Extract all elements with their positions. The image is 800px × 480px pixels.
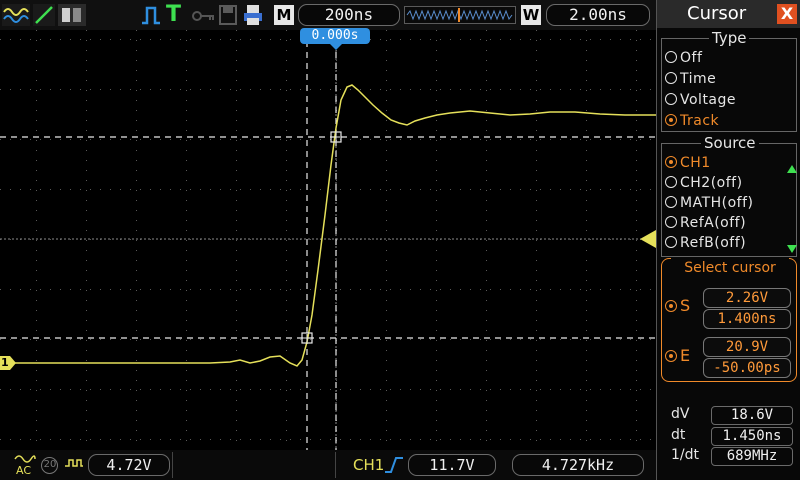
- select-cursor-label: Select cursor: [671, 258, 789, 278]
- type-option-off[interactable]: Off: [665, 50, 702, 66]
- dv-value: 18.6V: [711, 406, 793, 425]
- timebase-readout[interactable]: 200ns: [298, 4, 400, 26]
- source-option-ch2-label: CH2(off): [680, 175, 743, 191]
- ch1-trace: [0, 84, 656, 367]
- print-icon[interactable]: [243, 4, 263, 26]
- radio-math-icon: [665, 196, 677, 208]
- select-cursor-s[interactable]: S: [665, 296, 691, 315]
- inv-dt-label: 1/dt: [671, 447, 699, 463]
- radio-ch1-icon: [665, 156, 677, 168]
- select-cursor-e-label: E: [680, 346, 691, 365]
- type-option-voltage[interactable]: Voltage: [665, 92, 736, 108]
- graticule: [0, 30, 656, 450]
- dv-label: dV: [671, 406, 690, 422]
- e-voltage-value[interactable]: 20.9V: [703, 337, 791, 357]
- s-time-value[interactable]: 1.400ns: [703, 309, 791, 329]
- type-option-time[interactable]: Time: [665, 71, 716, 87]
- top-status-bar: T M 200ns W 2.00ns: [0, 0, 656, 30]
- s-voltage-value[interactable]: 2.26V: [703, 288, 791, 308]
- radio-refa-icon: [665, 216, 677, 228]
- scroll-down-icon[interactable]: [787, 245, 797, 253]
- radio-off-icon: [665, 51, 677, 63]
- coupling-label: AC: [16, 464, 32, 477]
- source-option-refa-label: RefA(off): [680, 215, 747, 231]
- dt-label: dt: [671, 427, 686, 443]
- ac-coupling-icon: [14, 455, 36, 463]
- type-option-off-label: Off: [680, 50, 703, 66]
- invert-icon: [65, 459, 83, 467]
- source-option-refb[interactable]: RefB(off): [665, 235, 746, 251]
- persistence-icon[interactable]: [58, 4, 86, 26]
- run-status-t: T: [166, 2, 182, 27]
- scroll-up-icon[interactable]: [787, 165, 797, 173]
- cursor-menu-panel: Cursor X Type Off Time Voltage Track Sou…: [656, 0, 800, 480]
- source-option-refa[interactable]: RefA(off): [665, 215, 746, 231]
- ch1-scale-readout[interactable]: 4.72V: [88, 454, 170, 476]
- radio-s-icon: [665, 300, 677, 312]
- ch1-marker-label: 1: [1, 356, 9, 369]
- type-option-track[interactable]: Track: [665, 113, 719, 129]
- radio-e-icon: [665, 350, 677, 362]
- bottom-status-bar: AC 20 4.72V CH1 11.7V 4.727kHz: [0, 450, 656, 480]
- key-icon: [192, 11, 214, 21]
- trigger-position-arrow-icon: [329, 43, 343, 50]
- radio-ch2-icon: [665, 176, 677, 188]
- type-option-track-label: Track: [680, 113, 720, 129]
- source-option-ch1[interactable]: CH1: [665, 155, 711, 171]
- trigger-pulse-icon: [142, 6, 160, 25]
- radio-time-icon: [665, 72, 677, 84]
- source-option-refb-label: RefB(off): [680, 235, 747, 251]
- window-timebase-indicator: W: [521, 5, 541, 25]
- panel-title: Cursor: [687, 3, 747, 24]
- frequency-readout: 4.727kHz: [512, 454, 644, 476]
- select-cursor-s-label: S: [680, 296, 691, 315]
- main-timebase-indicator: M: [274, 5, 294, 25]
- waveform-icon: [2, 4, 30, 26]
- dt-value: 1.450ns: [711, 427, 793, 446]
- radio-voltage-icon: [665, 93, 677, 105]
- source-section-label: Source: [701, 134, 759, 152]
- source-option-math[interactable]: MATH(off): [665, 195, 754, 211]
- radio-refb-icon: [665, 236, 677, 248]
- source-option-math-label: MATH(off): [680, 195, 754, 211]
- divider-left: [172, 452, 173, 478]
- e-time-value[interactable]: -50.00ps: [703, 358, 791, 378]
- trigger-level-readout[interactable]: 11.7V: [408, 454, 496, 476]
- divider-mid: [335, 452, 336, 478]
- waveform-display[interactable]: 0.000s 1: [0, 28, 656, 450]
- rising-edge-icon: [385, 457, 403, 473]
- memory-depth-bar: [404, 6, 516, 24]
- save-disk-icon[interactable]: [219, 5, 237, 25]
- type-section-label: Type: [709, 29, 750, 47]
- bw-limit-label: 20: [43, 459, 57, 470]
- radio-track-icon: [665, 114, 677, 126]
- type-option-time-label: Time: [680, 71, 717, 87]
- type-option-voltage-label: Voltage: [680, 92, 737, 108]
- trigger-source-label: CH1: [353, 456, 385, 474]
- select-cursor-e[interactable]: E: [665, 346, 691, 365]
- vector-mode-icon[interactable]: [33, 4, 55, 26]
- window-timebase-readout[interactable]: 2.00ns: [546, 4, 650, 26]
- source-option-ch1-label: CH1: [680, 155, 711, 171]
- inv-dt-value: 689MHz: [711, 447, 793, 466]
- source-option-ch2[interactable]: CH2(off): [665, 175, 743, 191]
- trigger-time-label: 0.000s: [311, 28, 359, 43]
- close-icon: X: [780, 4, 794, 23]
- trigger-level-arrow-icon[interactable]: [640, 230, 656, 248]
